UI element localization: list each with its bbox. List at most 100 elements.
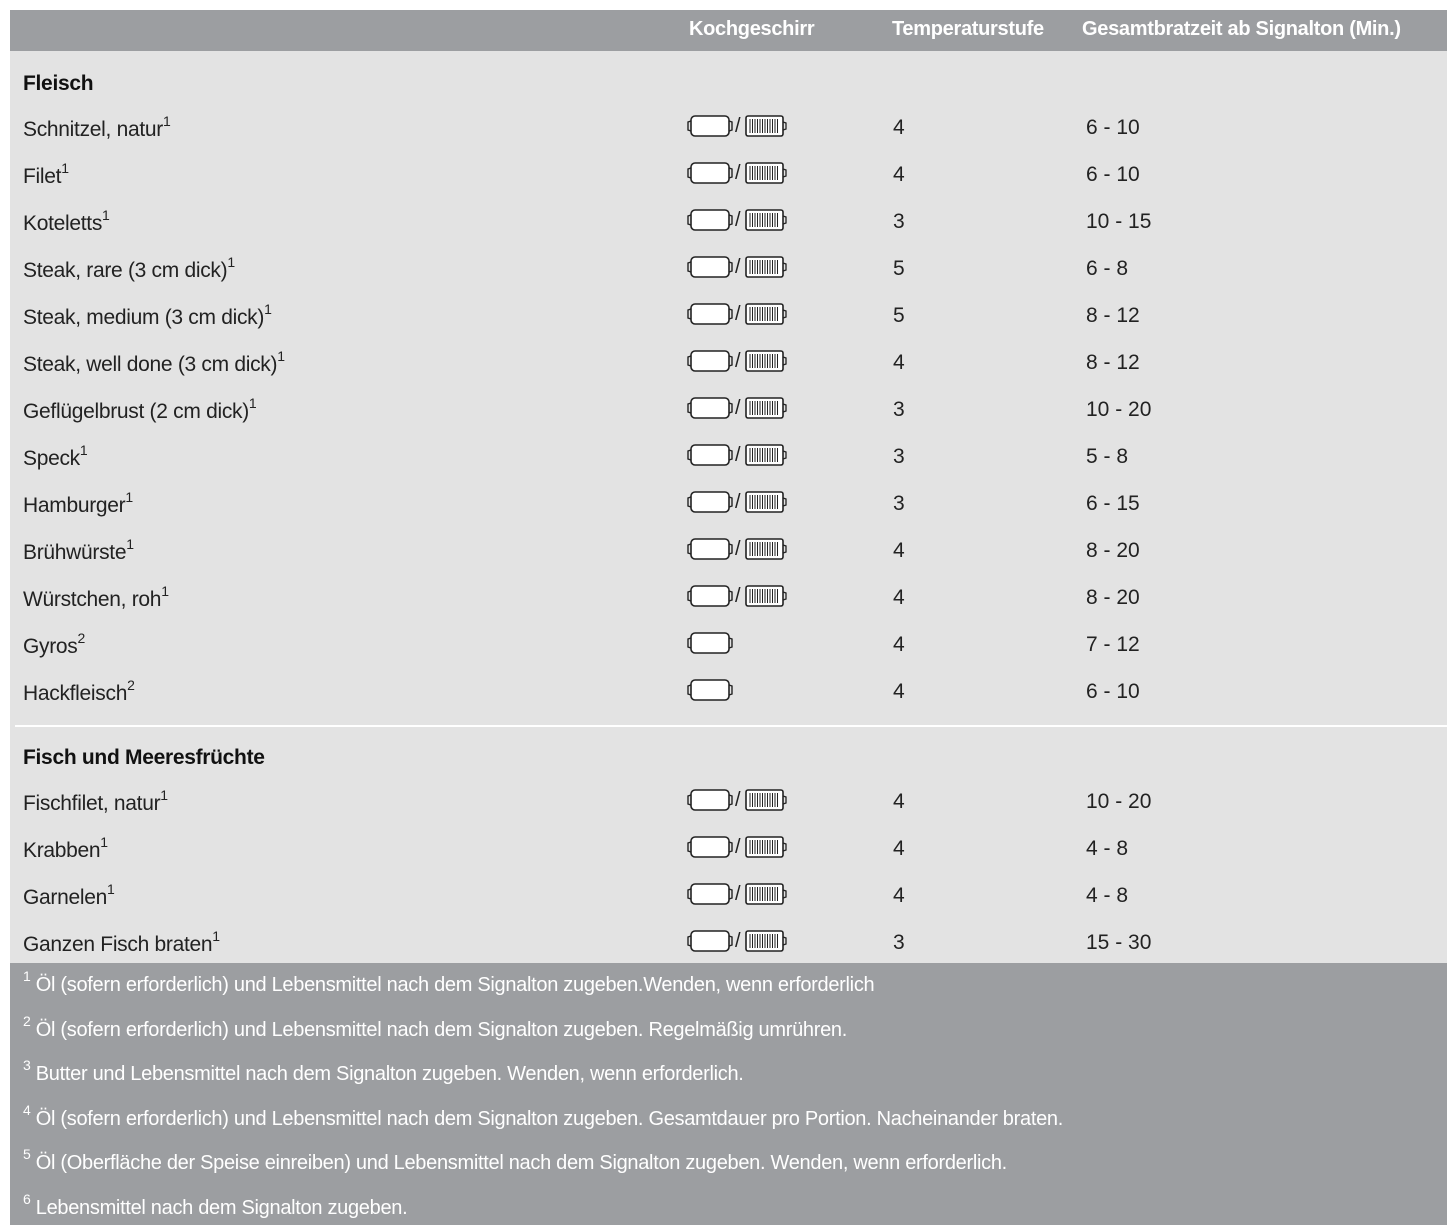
pan-icon [687,114,735,138]
grill-plate-icon [743,490,789,514]
food-label: Steak, medium (3 cm dick) [23,306,265,329]
footnote-ref: 2 [127,677,135,693]
separator: / [735,537,741,560]
food-name: Steak, medium (3 cm dick)1 [23,302,272,330]
food-label: Würstchen, roh [23,588,162,611]
separator: / [735,882,741,905]
pan-icon [687,788,735,812]
table-row: Steak, medium (3 cm dick)1 / 5 8 - 12 [10,297,1447,337]
table-header: Kochgeschirr Temperaturstufe Gesamtbratz… [10,10,1447,51]
cookware-cell [687,628,735,658]
footnote-ref: 1 [160,787,168,803]
temperature-level: 3 [893,931,905,954]
temperature-level: 4 [893,351,905,374]
section-title: Fleisch [23,72,94,95]
grill-plate-icon [743,788,789,812]
footnote-ref: 1 [248,395,257,411]
total-time: 8 - 12 [1086,304,1140,327]
pan-icon [687,490,735,514]
footnote-ref: 2 [77,630,86,646]
total-time: 6 - 15 [1086,492,1140,515]
cookware-cell: / [687,832,789,862]
footnote-ref: 1 [227,254,235,270]
footnote: 6 Lebensmittel nach dem Signalton zugebe… [23,1192,408,1220]
separator: / [735,161,741,184]
separator: / [735,255,741,278]
cookware-cell: / [687,785,789,815]
total-time: 8 - 20 [1086,539,1140,562]
food-name: Geflügelbrust (2 cm dick)1 [23,396,257,424]
footnote-ref: 1 [107,881,115,897]
footnote-number: 4 [23,1101,31,1118]
table-row: Schnitzel, natur1 / 4 6 - 10 [10,109,1447,149]
food-name: Gyros2 [23,631,85,659]
footnote: 2 Öl (sofern erforderlich) und Lebensmit… [23,1014,848,1042]
grill-plate-icon [743,584,789,608]
grill-plate-icon [743,349,789,373]
grill-plate-icon [743,396,789,420]
food-name: Steak, rare (3 cm dick)1 [23,255,235,283]
separator: / [735,349,741,372]
pan-icon [687,255,735,279]
food-label: Steak, well done (3 cm dick) [23,353,278,376]
food-label: Garnelen [23,886,107,909]
food-name: Ganzen Fisch braten1 [23,929,220,957]
temperature-level: 4 [893,116,905,139]
separator: / [735,443,741,466]
table-row: Ganzen Fisch braten1 / 3 15 - 30 [10,924,1447,964]
grill-plate-icon [743,161,789,185]
food-label: Ganzen Fisch braten [23,933,213,956]
cookware-cell: / [687,158,789,188]
pan-icon [687,349,735,373]
food-label: Geflügelbrust (2 cm dick) [23,400,249,423]
pan-icon [687,678,735,702]
food-name: Speck1 [23,443,88,471]
footnote-text: Öl (sofern erforderlich) und Lebensmitte… [30,1018,848,1041]
footnote-ref: 1 [102,207,110,223]
temperature-level: 5 [893,304,905,327]
pan-icon [687,584,735,608]
cookware-cell: / [687,299,789,329]
pan-icon [687,929,735,953]
footnotes: 1 Öl (sofern erforderlich) und Lebensmit… [10,963,1447,1225]
footnote: 5 Öl (Oberfläche der Speise einreiben) u… [23,1147,1007,1175]
cookware-cell: / [687,534,789,564]
separator: / [735,490,741,513]
table-row: Steak, rare (3 cm dick)1 / 5 6 - 8 [10,250,1447,290]
table-row: Koteletts1 / 3 10 - 15 [10,203,1447,243]
footnote-ref: 1 [212,928,220,944]
cookware-cell: / [687,393,789,423]
footnote-text: Butter und Lebensmittel nach dem Signalt… [30,1063,744,1085]
table-row: Hamburger1 / 3 6 - 15 [10,485,1447,525]
cookware-cell: / [687,252,789,282]
food-name: Würstchen, roh1 [23,584,169,612]
total-time: 10 - 20 [1086,790,1152,813]
footnote: 3 Butter und Lebensmittel nach dem Signa… [23,1058,744,1086]
table-row: Speck1 / 3 5 - 8 [10,438,1447,478]
footnote-number: 2 [23,1012,31,1029]
food-name: Schnitzel, natur1 [23,114,171,142]
section-divider [15,725,1447,727]
cookware-cell: / [687,440,789,470]
grill-plate-icon [743,835,789,859]
table-row: Brühwürste1 / 4 8 - 20 [10,532,1447,572]
footnote-number: 3 [23,1057,31,1074]
food-label: Steak, rare (3 cm dick) [23,259,228,282]
food-name: Steak, well done (3 cm dick)1 [23,349,285,377]
cookware-cell: / [687,487,789,517]
temperature-level: 4 [893,539,905,562]
cookware-cell: / [687,926,789,956]
food-label: Schnitzel, natur [23,118,163,141]
footnote-ref: 1 [125,489,133,505]
cookware-cell [687,675,735,705]
temperature-level: 4 [893,790,905,813]
food-name: Koteletts1 [23,208,110,236]
total-time: 6 - 10 [1086,116,1140,139]
temperature-level: 4 [893,680,905,703]
food-label: Filet [23,165,62,188]
footnote-ref: 1 [264,301,272,317]
separator: / [735,788,741,811]
pan-icon [687,537,735,561]
pan-icon [687,631,735,655]
pan-icon [687,302,735,326]
